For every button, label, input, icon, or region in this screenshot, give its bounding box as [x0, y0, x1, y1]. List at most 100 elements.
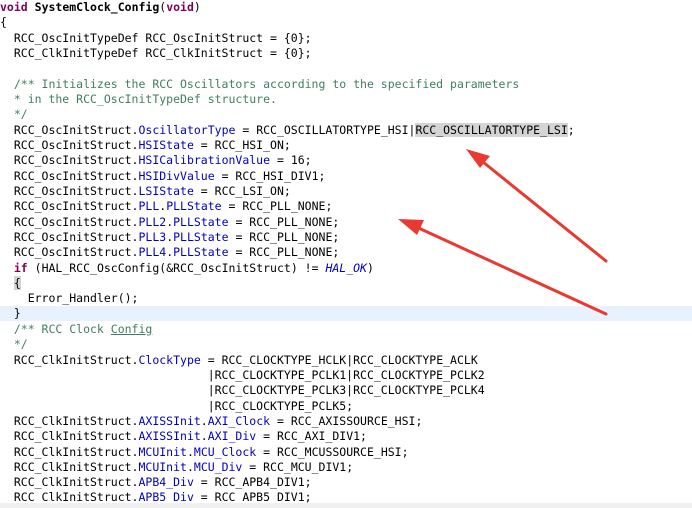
code-line-pll2[interactable]: RCC_OscInitStruct.PLL2.PLLState = RCC_PL…	[0, 215, 692, 230]
assignment: = RCC_PLL_NONE;	[221, 199, 333, 213]
code-line-hsistate[interactable]: RCC_OscInitStruct.HSIState = RCC_HSI_ON;	[0, 138, 692, 153]
struct-name: RCC_ClkInitStruct.	[0, 475, 139, 489]
struct-name: RCC_OscInitStruct.	[0, 215, 139, 229]
code-text: Error_Handler();	[0, 291, 139, 305]
member-name: HSICalibrationValue	[138, 153, 271, 167]
assignment: = RCC_APB5_DIV1;	[193, 490, 312, 504]
condition: (HAL_RCC_OscConfig(&RCC_OscInitStruct) !…	[27, 261, 326, 275]
comment-line-2[interactable]: * in the RCC_OscInitTypeDef structure.	[0, 92, 692, 107]
struct-name: RCC_OscInitStruct.	[0, 199, 139, 213]
code-line-pll3[interactable]: RCC_OscInitStruct.PLL3.PLLState = RCC_PL…	[0, 230, 692, 245]
member-name: PLLState	[166, 199, 222, 213]
member-name: MCUInit	[138, 460, 187, 474]
struct-name: RCC_OscInitStruct.	[0, 138, 139, 152]
struct-name: RCC_ClkInitStruct.	[0, 460, 139, 474]
paren: )	[193, 0, 201, 14]
code-line-mcu-clock[interactable]: RCC_ClkInitStruct.MCUInit.MCU_Clock = RC…	[0, 445, 692, 460]
member-name: PLLState	[173, 245, 229, 259]
code-line-1[interactable]: void SystemClock_Config(void)	[0, 0, 692, 15]
member-name: OscillatorType	[138, 123, 236, 137]
code-line-lsistate[interactable]: RCC_OscInitStruct.LSIState = RCC_LSI_ON;	[0, 184, 692, 199]
code-text: }	[0, 306, 21, 320]
code-line-3[interactable]: RCC_OscInitTypeDef RCC_OscInitStruct = {…	[0, 31, 692, 46]
code-line-apb4[interactable]: RCC_ClkInitStruct.APB4_Div = RCC_APB4_DI…	[0, 475, 692, 490]
assignment: = RCC_PLL_NONE;	[228, 230, 340, 244]
comment-text: * in the RCC_OscInitTypeDef structure.	[0, 92, 277, 106]
code-line-pll[interactable]: RCC_OscInitStruct.PLL.PLLState = RCC_PLL…	[0, 199, 692, 214]
keyword: if	[13, 261, 28, 275]
horizontal-scrollbar[interactable]	[0, 503, 692, 508]
keyword: void	[0, 0, 28, 14]
member-name: AXISSInit	[138, 429, 201, 443]
code-text: |RCC_CLOCKTYPE_PCLK1|RCC_CLOCKTYPE_PCLK2	[0, 368, 485, 382]
code-line-mcu-div[interactable]: RCC_ClkInitStruct.MCUInit.MCU_Div = RCC_…	[0, 460, 692, 475]
member-name: PLLState	[173, 230, 229, 244]
struct-name: RCC_OscInitStruct.	[0, 123, 139, 137]
semicolon: ;	[567, 123, 575, 137]
code-line-2[interactable]: {	[0, 15, 692, 30]
dot: .	[200, 429, 208, 443]
current-line[interactable]: }	[0, 306, 692, 321]
struct-name: RCC_OscInitStruct.	[0, 184, 139, 198]
dot: .	[186, 460, 194, 474]
struct-name: RCC_OscInitStruct.	[0, 245, 139, 259]
member-name: HSIDivValue	[138, 169, 215, 183]
code-line-clocktype[interactable]: RCC_ClkInitStruct.ClockType = RCC_CLOCKT…	[0, 353, 692, 368]
assignment: = RCC_LSI_ON;	[193, 184, 291, 198]
member-name: PLL	[138, 199, 160, 213]
dot: .	[186, 445, 194, 459]
member-name: ClockType	[138, 353, 201, 367]
code-text: |RCC_CLOCKTYPE_PCLK3|RCC_CLOCKTYPE_PCLK4	[0, 383, 485, 397]
code-line-clocktype-cont3[interactable]: |RCC_CLOCKTYPE_PCLK5;	[0, 399, 692, 414]
assignment: = RCC_OSCILLATORTYPE_HSI|	[235, 123, 416, 137]
struct-name: RCC_OscInitStruct.	[0, 230, 139, 244]
code-text: RCC_OscInitTypeDef RCC_OscInitStruct = {…	[0, 31, 312, 45]
code-text: {	[0, 15, 7, 29]
comment-line-5[interactable]: */	[0, 337, 692, 352]
keyword: void	[166, 0, 194, 14]
comment-line-1[interactable]: /** Initializes the RCC Oscillators acco…	[0, 77, 692, 92]
assignment: = RCC_AXI_DIV1;	[256, 429, 367, 443]
code-line-5[interactable]	[0, 61, 692, 76]
code-editor[interactable]: void SystemClock_Config(void) { RCC_OscI…	[0, 0, 692, 508]
code-line-error-handler[interactable]: Error_Handler();	[0, 291, 692, 306]
assignment: = RCC_PLL_NONE;	[228, 245, 340, 259]
member-name: MCU_Div	[193, 460, 243, 474]
member-name: PLL2	[138, 215, 167, 229]
function-name: SystemClock_Config	[34, 0, 160, 14]
code-line-axi-div[interactable]: RCC_ClkInitStruct.AXISSInit.AXI_Div = RC…	[0, 429, 692, 444]
assignment: = RCC_MCUSSOURCE_HSI;	[256, 445, 409, 459]
member-name: HSIState	[138, 138, 194, 152]
code-line-pll4[interactable]: RCC_OscInitStruct.PLL4.PLLState = RCC_PL…	[0, 245, 692, 260]
code-line-hsidiv[interactable]: RCC_OscInitStruct.HSIDivValue = RCC_HSI_…	[0, 169, 692, 184]
code-line-hsicalibration[interactable]: RCC_OscInitStruct.HSICalibrationValue = …	[0, 153, 692, 168]
comment-text: */	[0, 107, 28, 121]
code-line-clocktype-cont2[interactable]: |RCC_CLOCKTYPE_PCLK3|RCC_CLOCKTYPE_PCLK4	[0, 383, 692, 398]
struct-name: RCC_ClkInitStruct.	[0, 414, 139, 428]
macro-name: HAL_OK	[325, 261, 367, 275]
assignment: = RCC_CLOCKTYPE_HCLK|RCC_CLOCKTYPE_ACLK	[200, 353, 478, 367]
struct-name: RCC_OscInitStruct.	[0, 153, 139, 167]
comment-line-4[interactable]: /** RCC Clock Config	[0, 322, 692, 337]
code-line-if[interactable]: if (HAL_RCC_OscConfig(&RCC_OscInitStruct…	[0, 261, 692, 276]
code-text: RCC_ClkInitTypeDef RCC_ClkInitStruct = {…	[0, 46, 312, 60]
code-text: |RCC_CLOCKTYPE_PCLK5;	[0, 399, 354, 413]
member-name: LSIState	[138, 184, 194, 198]
struct-name: RCC_ClkInitStruct.	[0, 445, 139, 459]
struct-name: RCC_OscInitStruct.	[0, 169, 139, 183]
comment-text: /** Initializes the RCC Oscillators acco…	[0, 77, 520, 91]
assignment: = RCC_AXISSOURCE_HSI;	[270, 414, 423, 428]
member-name: MCU_Clock	[193, 445, 257, 459]
member-name: AXI_Clock	[207, 414, 271, 428]
code-line-open-brace[interactable]: {	[0, 276, 692, 291]
comment-line-3[interactable]: */	[0, 107, 692, 122]
paren: )	[366, 261, 374, 275]
struct-name: RCC_ClkInitStruct.	[0, 429, 139, 443]
code-line-clocktype-cont1[interactable]: |RCC_CLOCKTYPE_PCLK1|RCC_CLOCKTYPE_PCLK2	[0, 368, 692, 383]
code-line-oscillatortype[interactable]: RCC_OscInitStruct.OscillatorType = RCC_O…	[0, 123, 692, 138]
code-line-axi-clock[interactable]: RCC_ClkInitStruct.AXISSInit.AXI_Clock = …	[0, 414, 692, 429]
assignment: = RCC_PLL_NONE;	[228, 215, 340, 229]
code-line-4[interactable]: RCC_ClkInitTypeDef RCC_ClkInitStruct = {…	[0, 46, 692, 61]
member-name: APB4_Div	[138, 475, 194, 489]
